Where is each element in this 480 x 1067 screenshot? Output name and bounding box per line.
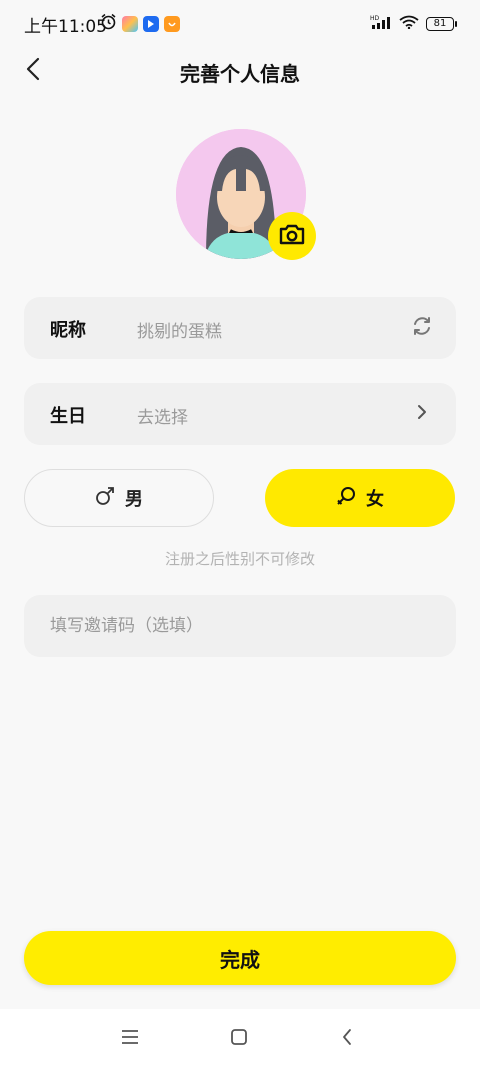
birthday-picker-button[interactable] [410, 402, 434, 426]
refresh-nickname-button[interactable] [410, 316, 434, 340]
gender-female-button[interactable]: 女 [265, 469, 455, 527]
nickname-label: 昵称 [50, 320, 86, 341]
menu-icon [120, 1029, 140, 1049]
battery-indicator: 81 [426, 16, 457, 31]
wifi-icon [399, 14, 419, 33]
system-navigation-bar [0, 1009, 480, 1067]
status-time: 上午11:05 [24, 17, 107, 37]
app-icon [164, 15, 180, 32]
nickname-value[interactable]: 挑剔的蛋糕 [137, 317, 222, 342]
female-label: 女 [366, 489, 384, 510]
male-icon [95, 486, 115, 511]
gender-male-button[interactable]: 男 [24, 469, 214, 527]
change-avatar-button[interactable] [268, 212, 316, 260]
birthday-field[interactable]: 生日 去选择 [24, 383, 456, 445]
submit-button[interactable]: 完成 [24, 931, 456, 985]
gender-note: 注册之后性别不可修改 [164, 550, 315, 568]
header: 完善个人信息 [0, 48, 480, 98]
female-icon [336, 486, 356, 511]
assistant-app-icon [143, 15, 159, 32]
chevron-right-icon [417, 404, 427, 424]
birthday-value[interactable]: 去选择 [137, 403, 188, 428]
nickname-field[interactable]: 昵称 挑剔的蛋糕 [24, 297, 456, 359]
gallery-app-icon [122, 15, 138, 32]
back-nav-icon [341, 1028, 353, 1050]
status-right: HD 81 [370, 14, 457, 33]
notification-icons [100, 13, 180, 34]
status-bar: 上午11:05 HD 81 [0, 0, 480, 48]
nav-back-button[interactable] [335, 1027, 359, 1051]
page-title: 完善个人信息 [180, 62, 300, 86]
menu-button[interactable] [118, 1027, 142, 1051]
invite-code-input[interactable] [24, 595, 456, 657]
avatar-section [176, 129, 316, 260]
camera-icon [278, 222, 306, 250]
signal-icon: HD [370, 14, 392, 33]
home-icon [230, 1028, 248, 1050]
refresh-icon [411, 315, 433, 341]
birthday-label: 生日 [50, 406, 86, 427]
svg-text:HD: HD [370, 15, 380, 22]
home-button[interactable] [227, 1027, 251, 1051]
male-label: 男 [125, 489, 143, 510]
alarm-icon [100, 13, 117, 34]
